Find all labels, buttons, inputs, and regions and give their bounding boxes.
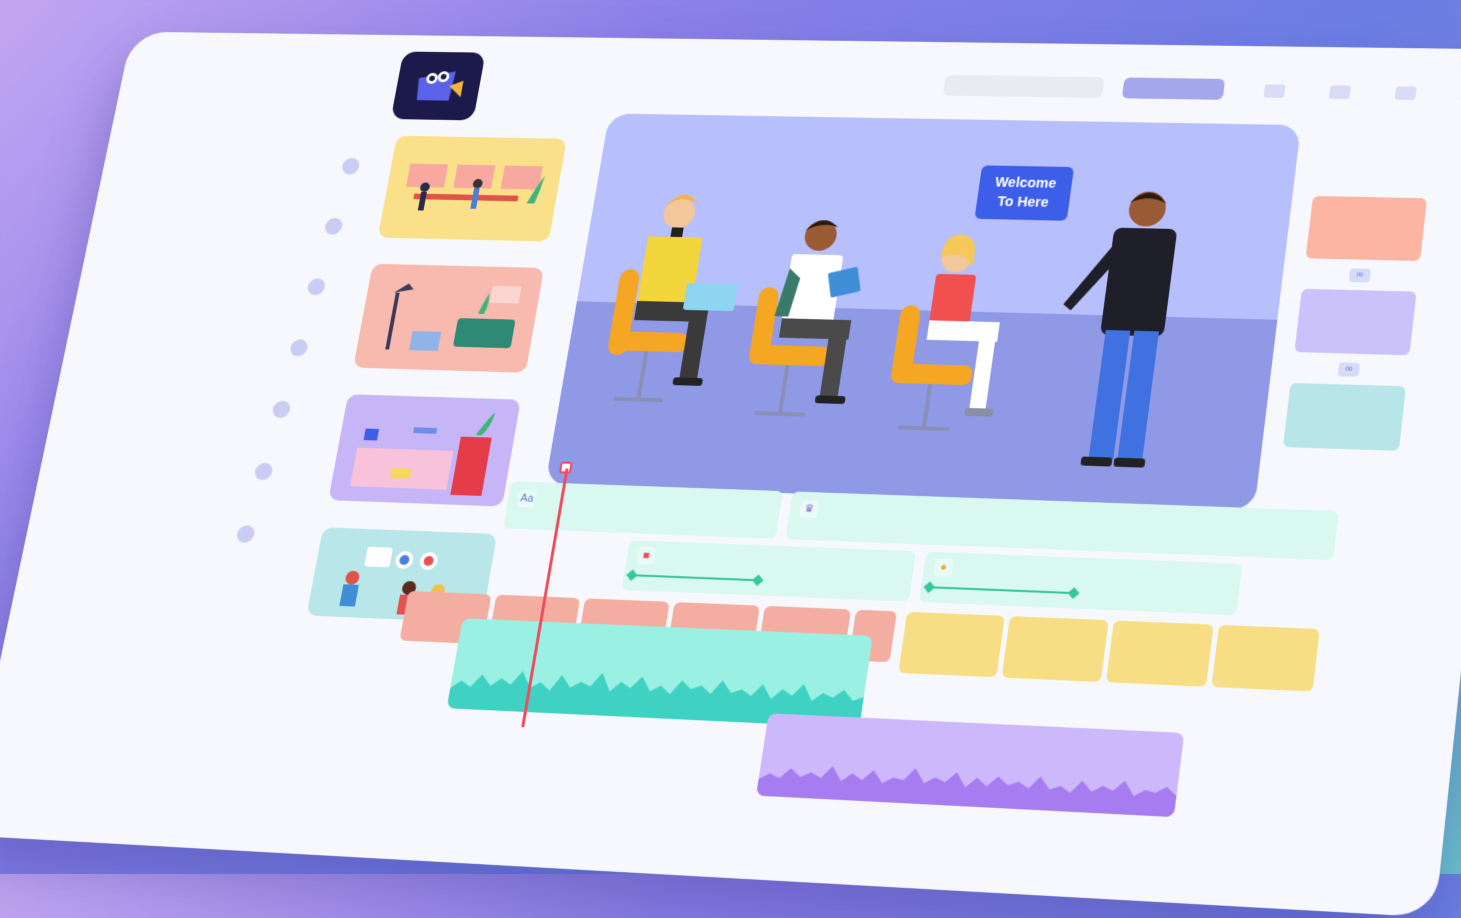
shape-icon: ■ bbox=[636, 546, 657, 565]
scene-block[interactable] bbox=[1106, 620, 1214, 686]
toolbar-placeholder[interactable] bbox=[943, 75, 1105, 98]
bubble-line-1: Welcome bbox=[978, 172, 1073, 193]
text-icon: Aa bbox=[517, 489, 538, 507]
toolbar-tool-1[interactable] bbox=[1264, 84, 1286, 98]
toolbar-tool-3[interactable] bbox=[1395, 86, 1417, 100]
keyframe-end[interactable] bbox=[752, 575, 763, 586]
scene-block[interactable] bbox=[1002, 616, 1109, 682]
transition-card-1[interactable] bbox=[1306, 196, 1427, 261]
shape-animation-track[interactable]: ■ bbox=[621, 540, 916, 602]
scene-nav-dot[interactable] bbox=[271, 401, 291, 419]
bubble-line-2: To Here bbox=[976, 191, 1071, 212]
scene-nav-dot[interactable] bbox=[306, 278, 326, 295]
text-track[interactable]: Aa bbox=[503, 481, 783, 538]
preview-canvas[interactable]: Welcome To Here bbox=[545, 113, 1301, 510]
keyframe-start[interactable] bbox=[626, 570, 637, 581]
scene-nav-dot[interactable] bbox=[341, 158, 361, 175]
scene-nav-dot[interactable] bbox=[235, 525, 256, 543]
scene-block[interactable] bbox=[1211, 625, 1319, 692]
transition-card-3[interactable] bbox=[1283, 383, 1406, 451]
link-icon[interactable]: ∞ bbox=[1349, 268, 1371, 282]
transition-card-2[interactable] bbox=[1294, 289, 1416, 356]
link-icon[interactable]: ∞ bbox=[1338, 362, 1361, 377]
scene-block[interactable] bbox=[898, 612, 1005, 678]
scene-thumbnail-office[interactable] bbox=[378, 136, 567, 242]
character-icon: ● bbox=[933, 558, 954, 577]
scene-nav-dot[interactable] bbox=[324, 218, 344, 235]
keyframe-line bbox=[632, 574, 757, 581]
keyframe-line bbox=[929, 586, 1074, 594]
owl-logo-icon[interactable] bbox=[391, 52, 486, 121]
keyframe-start[interactable] bbox=[923, 582, 935, 593]
scene-nav-dot[interactable] bbox=[253, 462, 273, 480]
scene-thumbnail-kitchen[interactable] bbox=[328, 394, 521, 506]
editor-window: Welcome To Here ∞ ∞ Aa ♛ ■ ● bbox=[0, 32, 1461, 918]
audio-track-teal[interactable] bbox=[447, 618, 873, 728]
toolbar-tool-2[interactable] bbox=[1329, 85, 1351, 99]
scene-nav-dot[interactable] bbox=[289, 339, 309, 357]
keyframe-end[interactable] bbox=[1068, 587, 1080, 599]
toolbar-primary-button[interactable] bbox=[1122, 77, 1225, 99]
crown-icon: ♛ bbox=[799, 500, 820, 519]
audio-track-purple[interactable] bbox=[756, 713, 1184, 817]
welcome-speech-bubble[interactable]: Welcome To Here bbox=[974, 165, 1074, 220]
scene-thumbnail-studio[interactable] bbox=[353, 264, 544, 373]
character-animation-track[interactable]: ● bbox=[919, 552, 1242, 616]
